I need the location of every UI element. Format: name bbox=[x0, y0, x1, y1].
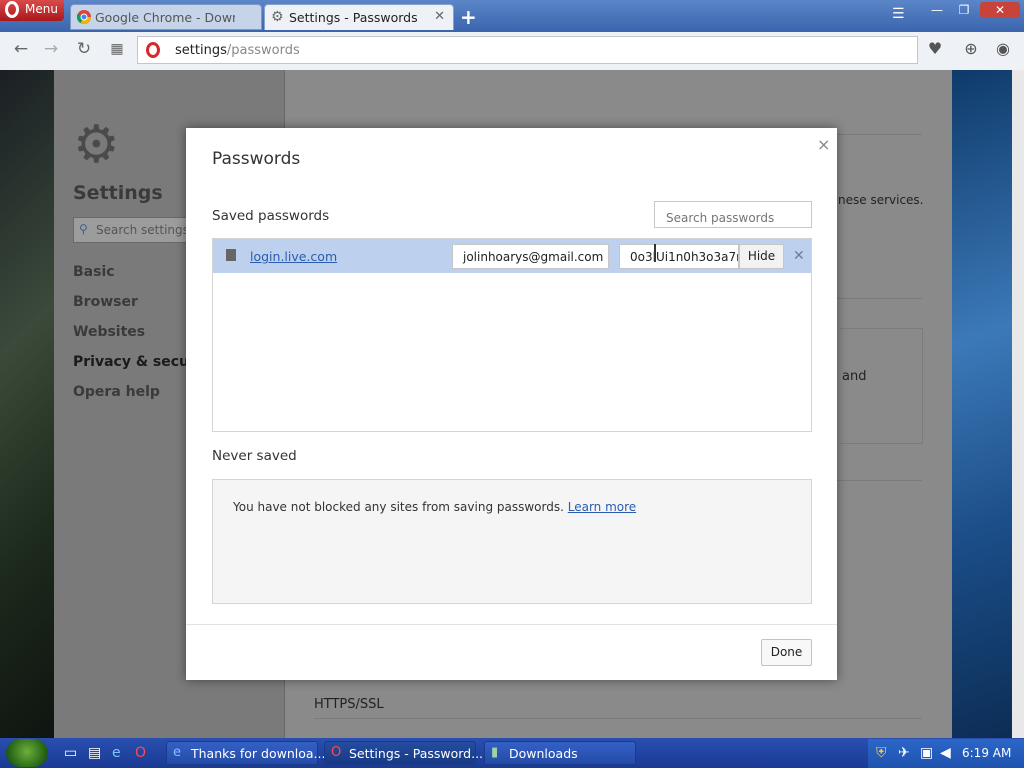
text-cursor-icon bbox=[654, 244, 656, 262]
settings-title: Settings bbox=[73, 182, 163, 204]
never-saved-text: You have not blocked any sites from savi… bbox=[233, 500, 564, 514]
desktop-background-right bbox=[952, 70, 1012, 738]
opera-menu-button[interactable]: Menu bbox=[0, 0, 64, 21]
chrome-icon bbox=[77, 10, 91, 24]
url-path: /passwords bbox=[226, 43, 300, 58]
network-icon[interactable]: ▣ bbox=[920, 745, 936, 761]
nav-basic[interactable]: Basic bbox=[73, 264, 115, 280]
dialog-footer-divider bbox=[186, 624, 837, 625]
back-icon[interactable]: ← bbox=[10, 38, 32, 60]
nav-opera-help[interactable]: Opera help bbox=[73, 384, 160, 400]
explorer-icon[interactable]: ▤ bbox=[88, 745, 104, 761]
taskbar-item-downloads[interactable]: ▮ Downloads bbox=[484, 741, 636, 765]
desktop-background-left bbox=[0, 70, 54, 738]
never-saved-heading: Never saved bbox=[212, 448, 297, 464]
ie-icon: e bbox=[173, 745, 181, 760]
search-passwords-input[interactable] bbox=[654, 201, 812, 228]
divider bbox=[822, 298, 922, 299]
taskbar-item-opera[interactable]: O Settings - Password... bbox=[324, 741, 483, 765]
tab-google-chrome[interactable]: Google Chrome - Downlo bbox=[70, 4, 262, 30]
minimize-button[interactable]: — bbox=[926, 2, 948, 18]
opera-icon[interactable]: O bbox=[135, 745, 151, 761]
done-button[interactable]: Done bbox=[761, 639, 812, 666]
settings-section-box bbox=[840, 328, 923, 444]
settings-search-input[interactable]: ⚲ Search settings bbox=[73, 217, 203, 243]
username-field[interactable]: jolinhoarys@gmail.com bbox=[452, 244, 609, 269]
tab-label: Settings - Passwords bbox=[289, 10, 418, 25]
background-text: and bbox=[842, 369, 867, 384]
close-window-button[interactable]: ✕ bbox=[980, 2, 1020, 18]
nav-websites[interactable]: Websites bbox=[73, 324, 145, 340]
security-shield-icon[interactable]: ⛨ bbox=[876, 745, 892, 761]
learn-more-link[interactable]: Learn more bbox=[568, 500, 636, 514]
taskbar-label: Settings - Password... bbox=[349, 746, 484, 761]
download-icon[interactable]: ⊕ bbox=[960, 38, 982, 60]
tray-tools-icon[interactable]: ✈ bbox=[898, 745, 914, 761]
page-icon bbox=[226, 249, 236, 261]
ie-icon[interactable]: e bbox=[112, 745, 128, 761]
site-link[interactable]: login.live.com bbox=[250, 249, 337, 264]
remove-entry-icon[interactable]: ✕ bbox=[793, 248, 805, 264]
account-icon[interactable]: ◉ bbox=[992, 38, 1014, 60]
nav-browser[interactable]: Browser bbox=[73, 294, 138, 310]
page-scrollbar[interactable] bbox=[1012, 70, 1024, 738]
opera-logo-icon bbox=[146, 42, 160, 58]
close-dialog-icon[interactable]: × bbox=[817, 135, 830, 154]
tab-settings-passwords[interactable]: ⚙ Settings - Passwords ✕ bbox=[264, 4, 454, 30]
divider bbox=[822, 480, 922, 481]
divider bbox=[314, 718, 922, 719]
url-field[interactable]: settings/passwords bbox=[137, 36, 918, 64]
saved-passwords-heading: Saved passwords bbox=[212, 208, 330, 224]
settings-gear-icon: ⚙ bbox=[73, 115, 120, 175]
start-button[interactable] bbox=[6, 739, 48, 767]
password-field[interactable]: 0o3lUi1n0h3o3a7r9 bbox=[619, 244, 739, 269]
https-ssl-heading: HTTPS/SSL bbox=[314, 697, 384, 712]
clock[interactable]: 6:19 AM bbox=[962, 746, 1011, 760]
tab-menu-icon[interactable]: ☰ bbox=[892, 6, 905, 22]
show-desktop-icon[interactable]: ▭ bbox=[64, 745, 80, 761]
folder-icon: ▮ bbox=[491, 745, 499, 760]
speed-dial-icon[interactable]: ▦ bbox=[106, 38, 128, 60]
opera-logo-icon bbox=[5, 1, 19, 18]
volume-icon[interactable]: ◀ bbox=[940, 745, 956, 761]
heart-icon[interactable]: ♥ bbox=[924, 38, 946, 60]
reload-icon[interactable]: ↻ bbox=[73, 38, 95, 60]
never-saved-message: You have not blocked any sites from savi… bbox=[233, 500, 636, 514]
opera-icon: O bbox=[331, 745, 342, 760]
search-icon: ⚲ bbox=[79, 222, 88, 236]
url-host: settings bbox=[175, 43, 227, 58]
taskbar-label: Downloads bbox=[509, 746, 578, 761]
menu-label: Menu bbox=[25, 2, 58, 16]
search-placeholder: Search settings bbox=[96, 223, 189, 237]
forward-icon[interactable]: → bbox=[40, 38, 62, 60]
tab-label: Google Chrome - Downlo bbox=[95, 10, 235, 25]
never-saved-list bbox=[212, 479, 812, 604]
taskbar-item-ie[interactable]: e Thanks for downloa... bbox=[166, 741, 325, 765]
new-tab-icon[interactable]: + bbox=[460, 5, 477, 29]
taskbar-label: Thanks for downloa... bbox=[191, 746, 326, 761]
hide-password-button[interactable]: Hide bbox=[739, 244, 784, 269]
maximize-button[interactable]: ❐ bbox=[953, 2, 975, 18]
background-text: nese services. bbox=[838, 193, 924, 207]
close-tab-icon[interactable]: ✕ bbox=[434, 9, 445, 24]
gear-icon: ⚙ bbox=[271, 9, 284, 25]
dialog-title: Passwords bbox=[212, 149, 301, 169]
